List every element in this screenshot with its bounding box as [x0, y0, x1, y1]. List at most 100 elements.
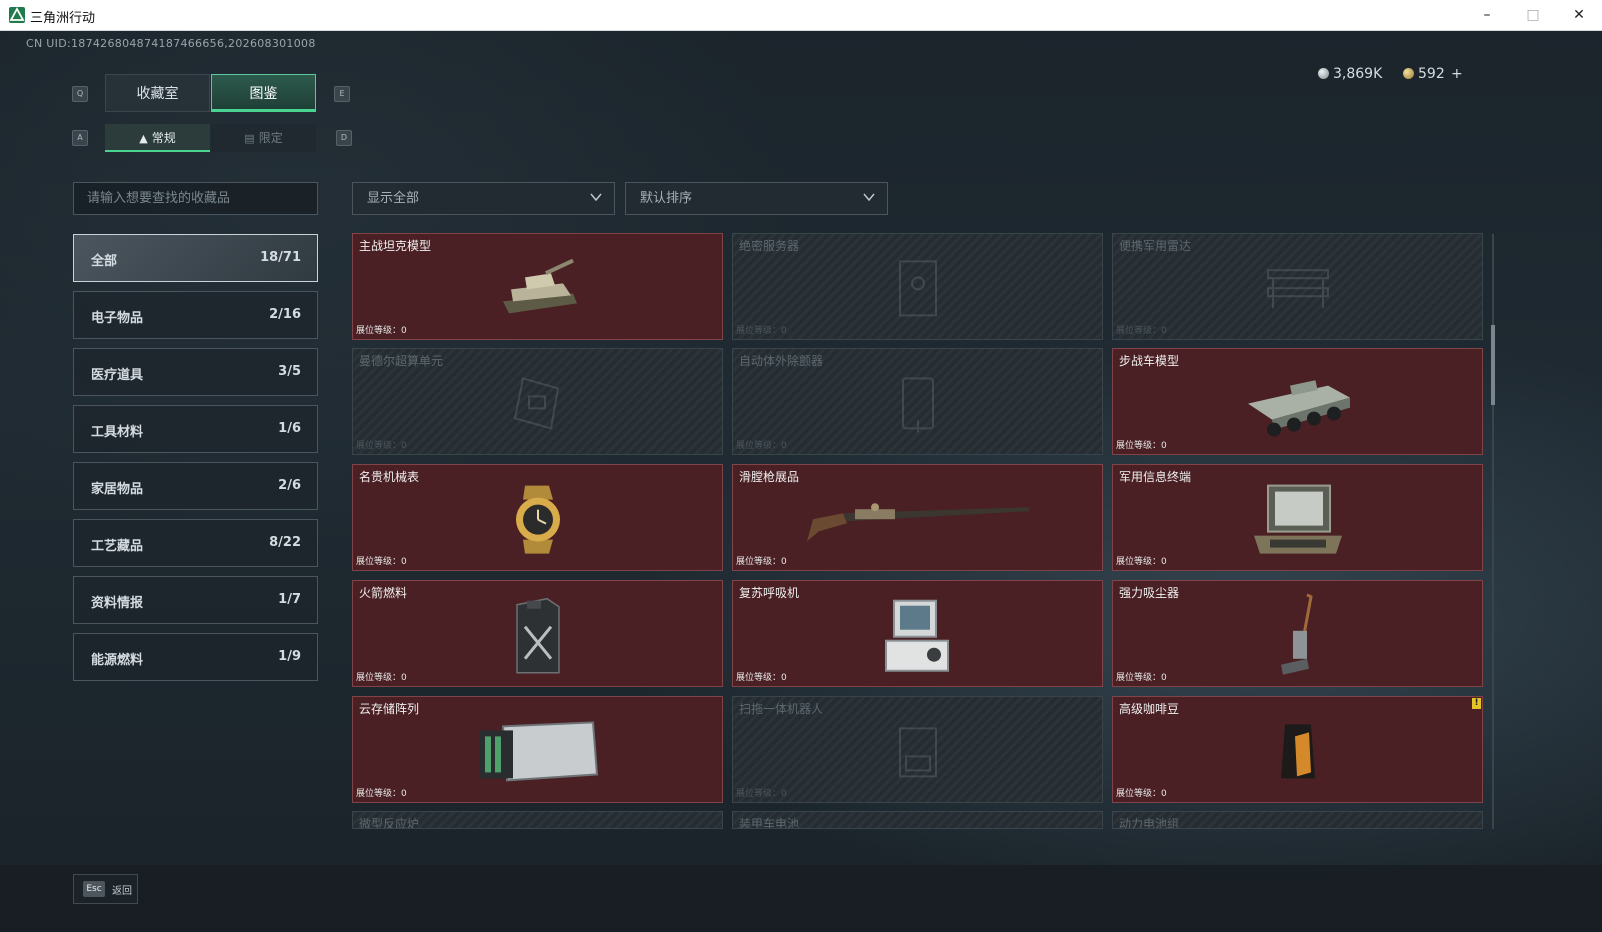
terminal-icon [1253, 484, 1342, 554]
item-name: 便携军用雷达 [1119, 239, 1192, 253]
item-name: 自动体外除颤器 [739, 354, 824, 368]
item-level: 展位等级：0 [736, 441, 787, 451]
gold-currency: 592 [1403, 66, 1445, 82]
chevron-down-icon [590, 193, 602, 202]
item-name: 高级咖啡豆 [1119, 702, 1180, 716]
category-name: 资料情报 [91, 596, 144, 611]
robot-icon [898, 726, 937, 777]
watch-icon [515, 485, 560, 554]
silver-value: 3,869K [1333, 66, 1383, 82]
item-name: 装甲车电池 [739, 817, 800, 829]
show-filter-label: 显示全部 [367, 191, 420, 206]
item-name: 微型反应炉 [359, 817, 420, 829]
window-title: 三角洲行动 [30, 11, 96, 26]
item-card[interactable]: 自动体外除颤器 展位等级：0 [732, 348, 1103, 455]
subtab-limited[interactable]: ▤ 限定 [211, 124, 316, 152]
category-count: 2/16 [269, 307, 301, 322]
scrollbar-thumb[interactable] [1491, 325, 1495, 405]
item-name: 绝密服务器 [739, 239, 800, 253]
item-card[interactable]: 高级咖啡豆 ! 展位等级：0 [1112, 696, 1483, 803]
prev-subtab-key: A [72, 130, 88, 146]
item-card[interactable]: 步战车模型 展位等级：0 [1112, 348, 1483, 455]
uid-text: CN UID:187426804874187466656,20260830100… [26, 37, 316, 50]
item-card[interactable]: 名贵机械表 展位等级：0 [352, 464, 723, 571]
minimize-icon[interactable]: – [1464, 0, 1510, 30]
subtab-regular[interactable]: ▲ 常规 [105, 124, 210, 152]
scrollbar-track[interactable] [1492, 234, 1494, 829]
add-currency-button[interactable]: + [1451, 66, 1463, 82]
category-name: 医疗道具 [91, 368, 144, 383]
item-card[interactable]: 火箭燃料 展位等级：0 [352, 580, 723, 687]
item-level: 展位等级：0 [1116, 557, 1167, 567]
item-card[interactable]: 动力电池组 [1112, 811, 1483, 829]
item-card[interactable]: 云存储阵列 展位等级：0 [352, 696, 723, 803]
item-level: 展位等级：0 [736, 789, 787, 799]
next-subtab-key: D [336, 130, 352, 146]
item-name: 复苏呼吸机 [739, 586, 800, 600]
item-level: 展位等级：0 [356, 789, 407, 799]
category-count: 1/7 [278, 592, 301, 607]
item-card[interactable]: 主战坦克模型 展位等级：0 [352, 233, 723, 340]
item-card[interactable]: 滑膛枪展品 展位等级：0 [732, 464, 1103, 571]
app-logo-icon [9, 7, 25, 23]
close-icon[interactable]: ✕ [1556, 0, 1602, 30]
new-badge: ! [1472, 698, 1481, 709]
category-energy[interactable]: 能源燃料 1/9 [73, 633, 318, 681]
category-intel[interactable]: 资料情报 1/7 [73, 576, 318, 624]
fuel-can-icon [515, 597, 560, 673]
category-tools[interactable]: 工具材料 1/6 [73, 405, 318, 453]
coffee-bag-icon [1280, 723, 1315, 778]
category-count: 1/9 [278, 649, 301, 664]
category-name: 电子物品 [91, 311, 144, 326]
maximize-icon[interactable]: □ [1510, 0, 1556, 30]
category-name: 工艺藏品 [91, 539, 144, 554]
storage-array-icon [478, 720, 598, 781]
tank-icon [502, 258, 577, 313]
category-crafts[interactable]: 工艺藏品 8/22 [73, 519, 318, 567]
tab-collection-room[interactable]: 收藏室 [105, 74, 210, 112]
item-level: 展位等级：0 [736, 557, 787, 567]
category-all[interactable]: 全部 18/71 [73, 234, 318, 282]
item-card[interactable]: 绝密服务器 展位等级：0 [732, 233, 1103, 340]
item-level: 展位等级：0 [1116, 673, 1167, 683]
item-card[interactable]: 强力吸尘器 展位等级：0 [1112, 580, 1483, 687]
category-electronics[interactable]: 电子物品 2/16 [73, 291, 318, 339]
item-name: 动力电池组 [1119, 817, 1180, 829]
radar-icon [1266, 268, 1329, 308]
item-name: 火箭燃料 [359, 586, 408, 600]
category-count: 1/6 [278, 421, 301, 436]
search-input[interactable]: 请输入想要查找的收藏品 [73, 182, 318, 215]
ventilator-icon [884, 599, 949, 672]
show-filter-dropdown[interactable]: 显示全部 [352, 182, 615, 215]
item-name: 强力吸尘器 [1119, 586, 1180, 600]
item-card[interactable]: 军用信息终端 展位等级：0 [1112, 464, 1483, 571]
picture-icon: ▤ [244, 132, 255, 145]
item-card[interactable]: 扫拖一体机器人 展位等级：0 [732, 696, 1103, 803]
chevron-down-icon [863, 193, 875, 202]
category-household[interactable]: 家居物品 2/6 [73, 462, 318, 510]
category-count: 2/6 [278, 478, 301, 493]
musket-icon [806, 502, 1029, 541]
category-medical[interactable]: 医疗道具 3/5 [73, 348, 318, 396]
gold-coin-icon [1403, 68, 1414, 79]
silver-coin-icon [1318, 68, 1329, 79]
back-button[interactable]: Esc 返回 [73, 874, 138, 904]
sort-dropdown[interactable]: 默认排序 [625, 182, 888, 215]
category-name: 全部 [91, 254, 118, 269]
item-name: 滑膛枪展品 [739, 470, 800, 484]
item-card[interactable]: 便携军用雷达 展位等级：0 [1112, 233, 1483, 340]
item-card[interactable]: 曼德尔超算单元 展位等级：0 [352, 348, 723, 455]
server-icon [898, 259, 937, 316]
category-name: 家居物品 [91, 482, 144, 497]
item-card[interactable]: 复苏呼吸机 展位等级：0 [732, 580, 1103, 687]
category-count: 18/71 [260, 250, 301, 265]
defibrillator-icon [901, 376, 934, 432]
item-level: 展位等级：0 [356, 441, 407, 451]
tab-catalog[interactable]: 图鉴 [211, 74, 316, 112]
item-card[interactable]: 装甲车电池 [732, 811, 1103, 829]
item-name: 云存储阵列 [359, 702, 420, 716]
item-level: 展位等级：0 [1116, 441, 1167, 451]
item-card[interactable]: 微型反应炉 [352, 811, 723, 829]
item-name: 曼德尔超算单元 [359, 354, 444, 368]
category-count: 3/5 [278, 364, 301, 379]
